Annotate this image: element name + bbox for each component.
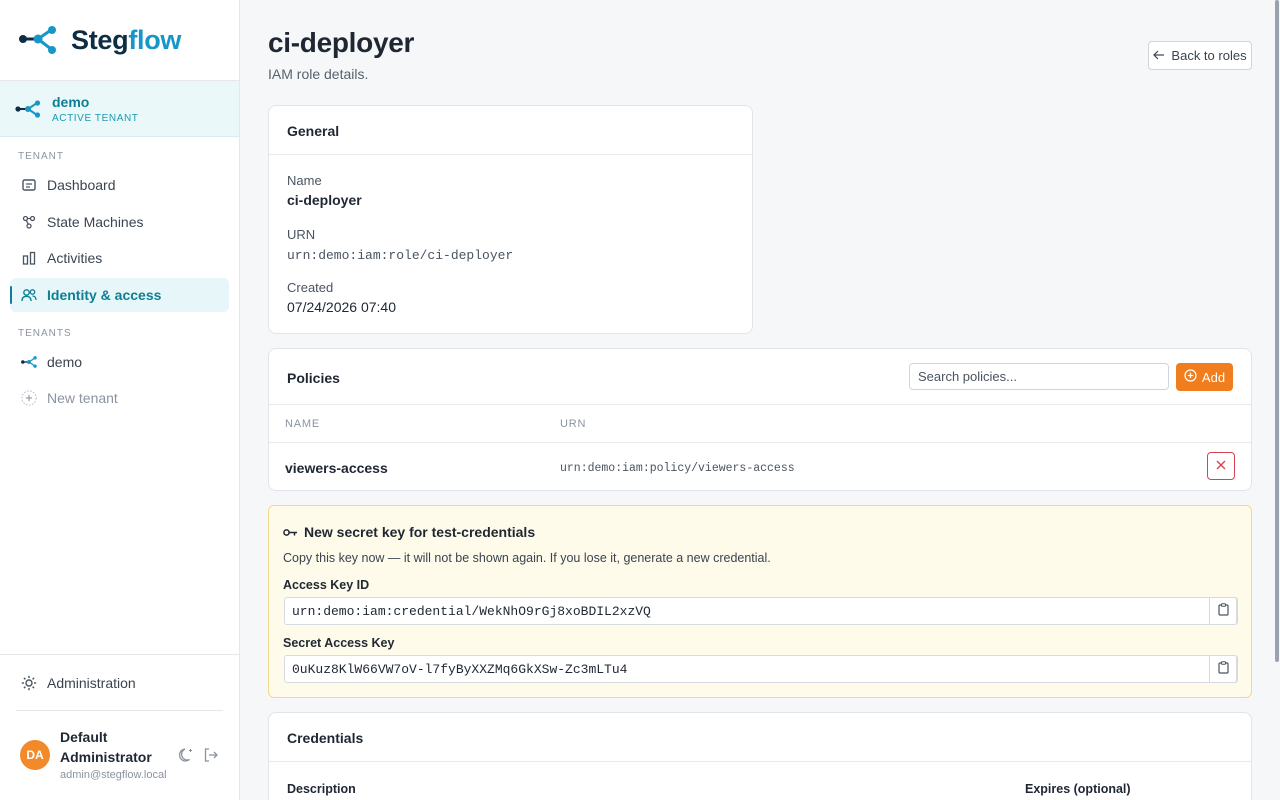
copy-secret-key-button[interactable] [1209, 655, 1237, 683]
user-name: Default Administrator [60, 729, 152, 765]
secret-key-value: 0uKuz8KlW66VW7oV-l7fyByXXZMq6GkXSw-Zc3mL… [292, 661, 628, 677]
key-icon [283, 524, 298, 542]
stegflow-logo-icon [19, 26, 56, 54]
plus-circle-icon [21, 390, 37, 406]
moon-icon[interactable] [177, 746, 195, 769]
state-machine-icon [21, 214, 37, 230]
policy-urn: urn:demo:iam:policy/viewers-access [560, 462, 795, 475]
sidebar-item-label: Dashboard [47, 177, 116, 193]
access-key-field[interactable]: urn:demo:iam:credential/WekNhO9rGj8xoBDI… [284, 597, 1238, 625]
column-header-name: NAME [285, 418, 320, 430]
arrow-left-icon [1153, 48, 1165, 63]
sidebar-item-state-machines[interactable]: State Machines [10, 205, 229, 239]
brand-name: Stegflow [71, 24, 182, 55]
back-to-roles-button[interactable]: Back to roles [1148, 41, 1252, 70]
urn-value: urn:demo:iam:role/ci-deployer [287, 248, 514, 263]
urn-label: URN [287, 227, 316, 242]
close-icon [1216, 457, 1226, 475]
sun-gear-icon [21, 675, 37, 691]
user-profile: DA Default Administrator admin@stegflow.… [16, 710, 223, 800]
clipboard-icon [1217, 660, 1229, 678]
access-key-value: urn:demo:iam:credential/WekNhO9rGj8xoBDI… [292, 603, 651, 619]
sidebar: Stegflow demo ACTIVE TENANT TENANT Dashb… [0, 0, 240, 800]
general-card: General Name ci-deployer URN urn:demo:ia… [268, 105, 753, 334]
description-label: Description [287, 782, 356, 796]
sidebar-footer: Administration DA Default Administrator … [0, 654, 239, 800]
add-button-label: Add [1201, 369, 1226, 385]
page-scrollbar[interactable] [1275, 0, 1279, 662]
sidebar-item-label: Activities [47, 250, 103, 266]
new-tenant-button[interactable]: New tenant [10, 381, 229, 415]
created-label: Created [287, 280, 334, 295]
add-policy-button[interactable]: Add [1176, 363, 1233, 391]
secret-notice-text: Copy this key now — it will not be shown… [283, 551, 771, 565]
column-header-urn: URN [560, 418, 587, 430]
active-tenant[interactable]: demo ACTIVE TENANT [0, 81, 239, 137]
tenant-icon [21, 354, 37, 370]
created-value: 07/24/2026 07:40 [287, 299, 396, 315]
sidebar-tenant-demo[interactable]: demo [10, 345, 229, 379]
sidebar-item-administration[interactable]: Administration [10, 666, 229, 700]
clipboard-icon [1217, 602, 1229, 620]
secret-title: New secret key for test-credentials [304, 524, 536, 540]
users-icon [21, 287, 37, 303]
access-key-label: Access Key ID [283, 578, 370, 592]
sidebar-item-dashboard[interactable]: Dashboard [10, 168, 229, 202]
brand-logo[interactable]: Stegflow [0, 0, 239, 81]
table-header: NAME URN [269, 404, 1251, 443]
tenant-icon [15, 99, 41, 118]
avatar[interactable]: DA [20, 740, 50, 770]
sidebar-item-label: State Machines [47, 214, 144, 230]
sidebar-item-label: demo [47, 354, 83, 370]
policies-card: Policies Add NAME URN viewers-access urn… [268, 348, 1252, 491]
tenants-section-label: TENANTS [18, 328, 72, 339]
copy-access-key-button[interactable] [1209, 597, 1237, 625]
page-title: ci-deployer [268, 27, 415, 58]
name-label: Name [287, 173, 322, 188]
policy-name[interactable]: viewers-access [285, 460, 388, 476]
expires-label: Expires (optional) [1025, 782, 1131, 796]
back-button-label: Back to roles [1171, 48, 1247, 63]
policy-search-input[interactable] [909, 363, 1169, 390]
general-heading: General [287, 123, 340, 139]
policies-heading: Policies [287, 370, 340, 386]
secret-key-field[interactable]: 0uKuz8KlW66VW7oV-l7fyByXXZMq6GkXSw-Zc3mL… [284, 655, 1238, 683]
tenant-section-label: TENANT [18, 151, 64, 162]
secret-key-label: Secret Access Key [283, 636, 395, 650]
dashboard-icon [21, 177, 37, 193]
active-tenant-name: demo [52, 93, 90, 110]
sidebar-item-activities[interactable]: Activities [10, 241, 229, 275]
sidebar-item-label: Identity & access [47, 287, 162, 303]
logout-icon[interactable] [203, 747, 219, 768]
new-tenant-label: New tenant [47, 390, 118, 406]
sidebar-item-label: Administration [47, 675, 136, 691]
name-value: ci-deployer [287, 192, 362, 208]
remove-policy-button[interactable] [1207, 452, 1235, 480]
plus-circle-icon [1184, 369, 1197, 385]
active-tenant-label: ACTIVE TENANT [52, 112, 139, 124]
user-email: admin@stegflow.local [60, 769, 167, 781]
credentials-card: Credentials Description Expires (optiona… [268, 712, 1252, 800]
secret-key-notice: New secret key for test-credentials Copy… [268, 505, 1252, 698]
credentials-heading: Credentials [287, 730, 364, 746]
page-subtitle: IAM role details. [268, 66, 369, 82]
sidebar-item-identity-access[interactable]: Identity & access [10, 278, 229, 312]
main-content: ci-deployer IAM role details. Back to ro… [240, 0, 1280, 800]
activities-icon [21, 250, 37, 266]
